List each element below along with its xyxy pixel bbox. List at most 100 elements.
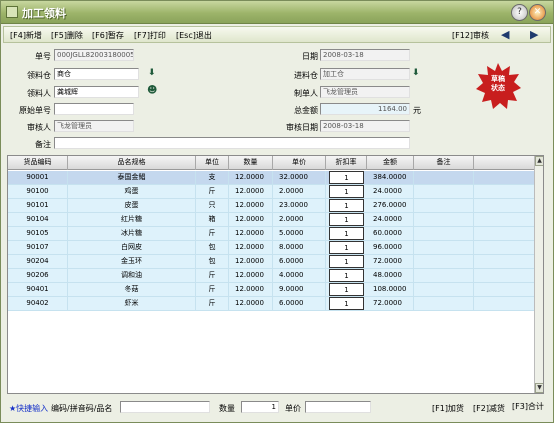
table-row[interactable]: 90104 红片糖箱 12.0000 2.0000 1 24.0000 — [8, 213, 534, 227]
cell-discount[interactable]: 1 — [329, 171, 364, 184]
quick-entry-input[interactable] — [120, 401, 210, 413]
person-lookup-icon[interactable]: ☻ — [147, 85, 157, 96]
cell-unit[interactable]: 斤 — [196, 283, 229, 296]
cell-qty[interactable]: 12.0000 — [229, 213, 273, 226]
next-arrow-icon[interactable]: ▶ — [530, 28, 538, 41]
cell-name[interactable]: 冰片糖 — [68, 227, 196, 240]
table-row[interactable]: 90206 调和油斤 12.0000 4.0000 1 48.0000 — [8, 269, 534, 283]
date-field[interactable]: 2008-03-18 — [320, 49, 410, 61]
cell-name[interactable]: 皮蛋 — [68, 199, 196, 212]
cell-name[interactable]: 虾米 — [68, 297, 196, 310]
cell-remark[interactable] — [414, 241, 474, 254]
cell-remark[interactable] — [414, 255, 474, 268]
remark-field[interactable] — [54, 137, 410, 149]
cell-amount[interactable]: 96.0000 — [367, 241, 414, 254]
receiver-field[interactable]: 龚城辉 — [54, 86, 139, 98]
cell-remark[interactable] — [414, 213, 474, 226]
cell-code[interactable]: 90100 — [8, 185, 68, 198]
cell-qty[interactable]: 12.0000 — [229, 297, 273, 310]
cell-name[interactable]: 红片糖 — [68, 213, 196, 226]
header-unit[interactable]: 单位 — [196, 156, 229, 170]
cell-discount[interactable]: 1 — [329, 185, 364, 198]
cell-price[interactable]: 8.0000 — [273, 241, 326, 254]
table-row[interactable]: 90001 泰国金鲳支 12.0000 32.0000 1 384.0000 — [8, 171, 534, 185]
cell-discount[interactable]: 1 — [329, 241, 364, 254]
source-wh-field[interactable]: 商仓 — [54, 68, 139, 80]
table-row[interactable]: 90101 皮蛋只 12.0000 23.0000 1 276.0000 — [8, 199, 534, 213]
cell-name[interactable]: 金玉环 — [68, 255, 196, 268]
cell-price[interactable]: 4.0000 — [273, 269, 326, 282]
cell-amount[interactable]: 60.0000 — [367, 227, 414, 240]
cell-price[interactable]: 6.0000 — [273, 297, 326, 310]
cell-unit[interactable]: 斤 — [196, 297, 229, 310]
cell-qty[interactable]: 12.0000 — [229, 269, 273, 282]
cell-remark[interactable] — [414, 171, 474, 184]
cell-amount[interactable]: 48.0000 — [367, 269, 414, 282]
cell-code[interactable]: 90206 — [8, 269, 68, 282]
cell-qty[interactable]: 12.0000 — [229, 283, 273, 296]
help-button[interactable]: ? — [511, 4, 528, 21]
cell-remark[interactable] — [414, 269, 474, 282]
header-discount[interactable]: 折扣率 — [326, 156, 367, 170]
orig-no-field[interactable] — [54, 103, 134, 115]
header-price[interactable]: 单价 — [273, 156, 326, 170]
header-name[interactable]: 品名规格 — [68, 156, 196, 170]
cell-qty[interactable]: 12.0000 — [229, 171, 273, 184]
add-goods-button[interactable]: [F1]加货 — [432, 403, 464, 414]
table-row[interactable]: 90107 白网皮包 12.0000 8.0000 1 96.0000 — [8, 241, 534, 255]
cell-amount[interactable]: 24.0000 — [367, 185, 414, 198]
cell-qty[interactable]: 12.0000 — [229, 241, 273, 254]
header-amount[interactable]: 金额 — [367, 156, 414, 170]
cell-unit[interactable]: 斤 — [196, 185, 229, 198]
cell-amount[interactable]: 72.0000 — [367, 255, 414, 268]
cell-code[interactable]: 90204 — [8, 255, 68, 268]
cell-code[interactable]: 90101 — [8, 199, 68, 212]
stash-button[interactable]: [F6]暂存 — [92, 30, 124, 41]
cell-amount[interactable]: 276.0000 — [367, 199, 414, 212]
reduce-goods-button[interactable]: [F2]减货 — [473, 403, 505, 414]
cell-unit[interactable]: 箱 — [196, 213, 229, 226]
cell-amount[interactable]: 24.0000 — [367, 213, 414, 226]
cell-name[interactable]: 冬菇 — [68, 283, 196, 296]
cell-qty[interactable]: 12.0000 — [229, 199, 273, 212]
price-input[interactable] — [305, 401, 371, 413]
source-wh-dropdown-icon[interactable]: ⬇ — [148, 68, 156, 78]
table-row[interactable]: 90402 虾米斤 12.0000 6.0000 1 72.0000 — [8, 297, 534, 311]
cell-remark[interactable] — [414, 297, 474, 310]
cell-price[interactable]: 2.0000 — [273, 213, 326, 226]
cell-price[interactable]: 32.0000 — [273, 171, 326, 184]
cell-unit[interactable]: 支 — [196, 171, 229, 184]
delete-button[interactable]: [F5]删除 — [51, 30, 83, 41]
cell-unit[interactable]: 只 — [196, 199, 229, 212]
header-remark[interactable]: 备注 — [414, 156, 474, 170]
cell-unit[interactable]: 斤 — [196, 269, 229, 282]
cell-code[interactable]: 90105 — [8, 227, 68, 240]
cell-remark[interactable] — [414, 185, 474, 198]
cell-unit[interactable]: 包 — [196, 241, 229, 254]
vertical-scrollbar[interactable]: ▲ ▼ — [534, 156, 543, 393]
add-button[interactable]: [F4]新增 — [10, 30, 42, 41]
cell-price[interactable]: 23.0000 — [273, 199, 326, 212]
cell-discount[interactable]: 1 — [329, 255, 364, 268]
cell-code[interactable]: 90402 — [8, 297, 68, 310]
cell-name[interactable]: 泰国金鲳 — [68, 171, 196, 184]
table-row[interactable]: 90401 冬菇斤 12.0000 9.0000 1 108.0000 — [8, 283, 534, 297]
cell-discount[interactable]: 1 — [329, 213, 364, 226]
cell-unit[interactable]: 包 — [196, 255, 229, 268]
cell-name[interactable]: 鸡蛋 — [68, 185, 196, 198]
scroll-down-icon[interactable]: ▼ — [535, 383, 543, 393]
cell-amount[interactable]: 108.0000 — [367, 283, 414, 296]
scroll-up-icon[interactable]: ▲ — [535, 156, 543, 166]
cell-discount[interactable]: 1 — [329, 269, 364, 282]
cell-code[interactable]: 90001 — [8, 171, 68, 184]
cell-price[interactable]: 5.0000 — [273, 227, 326, 240]
process-wh-dropdown-icon[interactable]: ⬇ — [412, 68, 420, 78]
process-wh-field[interactable]: 加工仓 — [320, 68, 410, 80]
qty-input[interactable]: 1 — [241, 401, 279, 413]
cell-qty[interactable]: 12.0000 — [229, 227, 273, 240]
review-button[interactable]: [F12]审核 — [452, 30, 489, 41]
prev-arrow-icon[interactable]: ◀ — [501, 28, 509, 41]
cell-remark[interactable] — [414, 199, 474, 212]
cell-price[interactable]: 9.0000 — [273, 283, 326, 296]
total-button[interactable]: [F3]合计 — [512, 401, 544, 412]
